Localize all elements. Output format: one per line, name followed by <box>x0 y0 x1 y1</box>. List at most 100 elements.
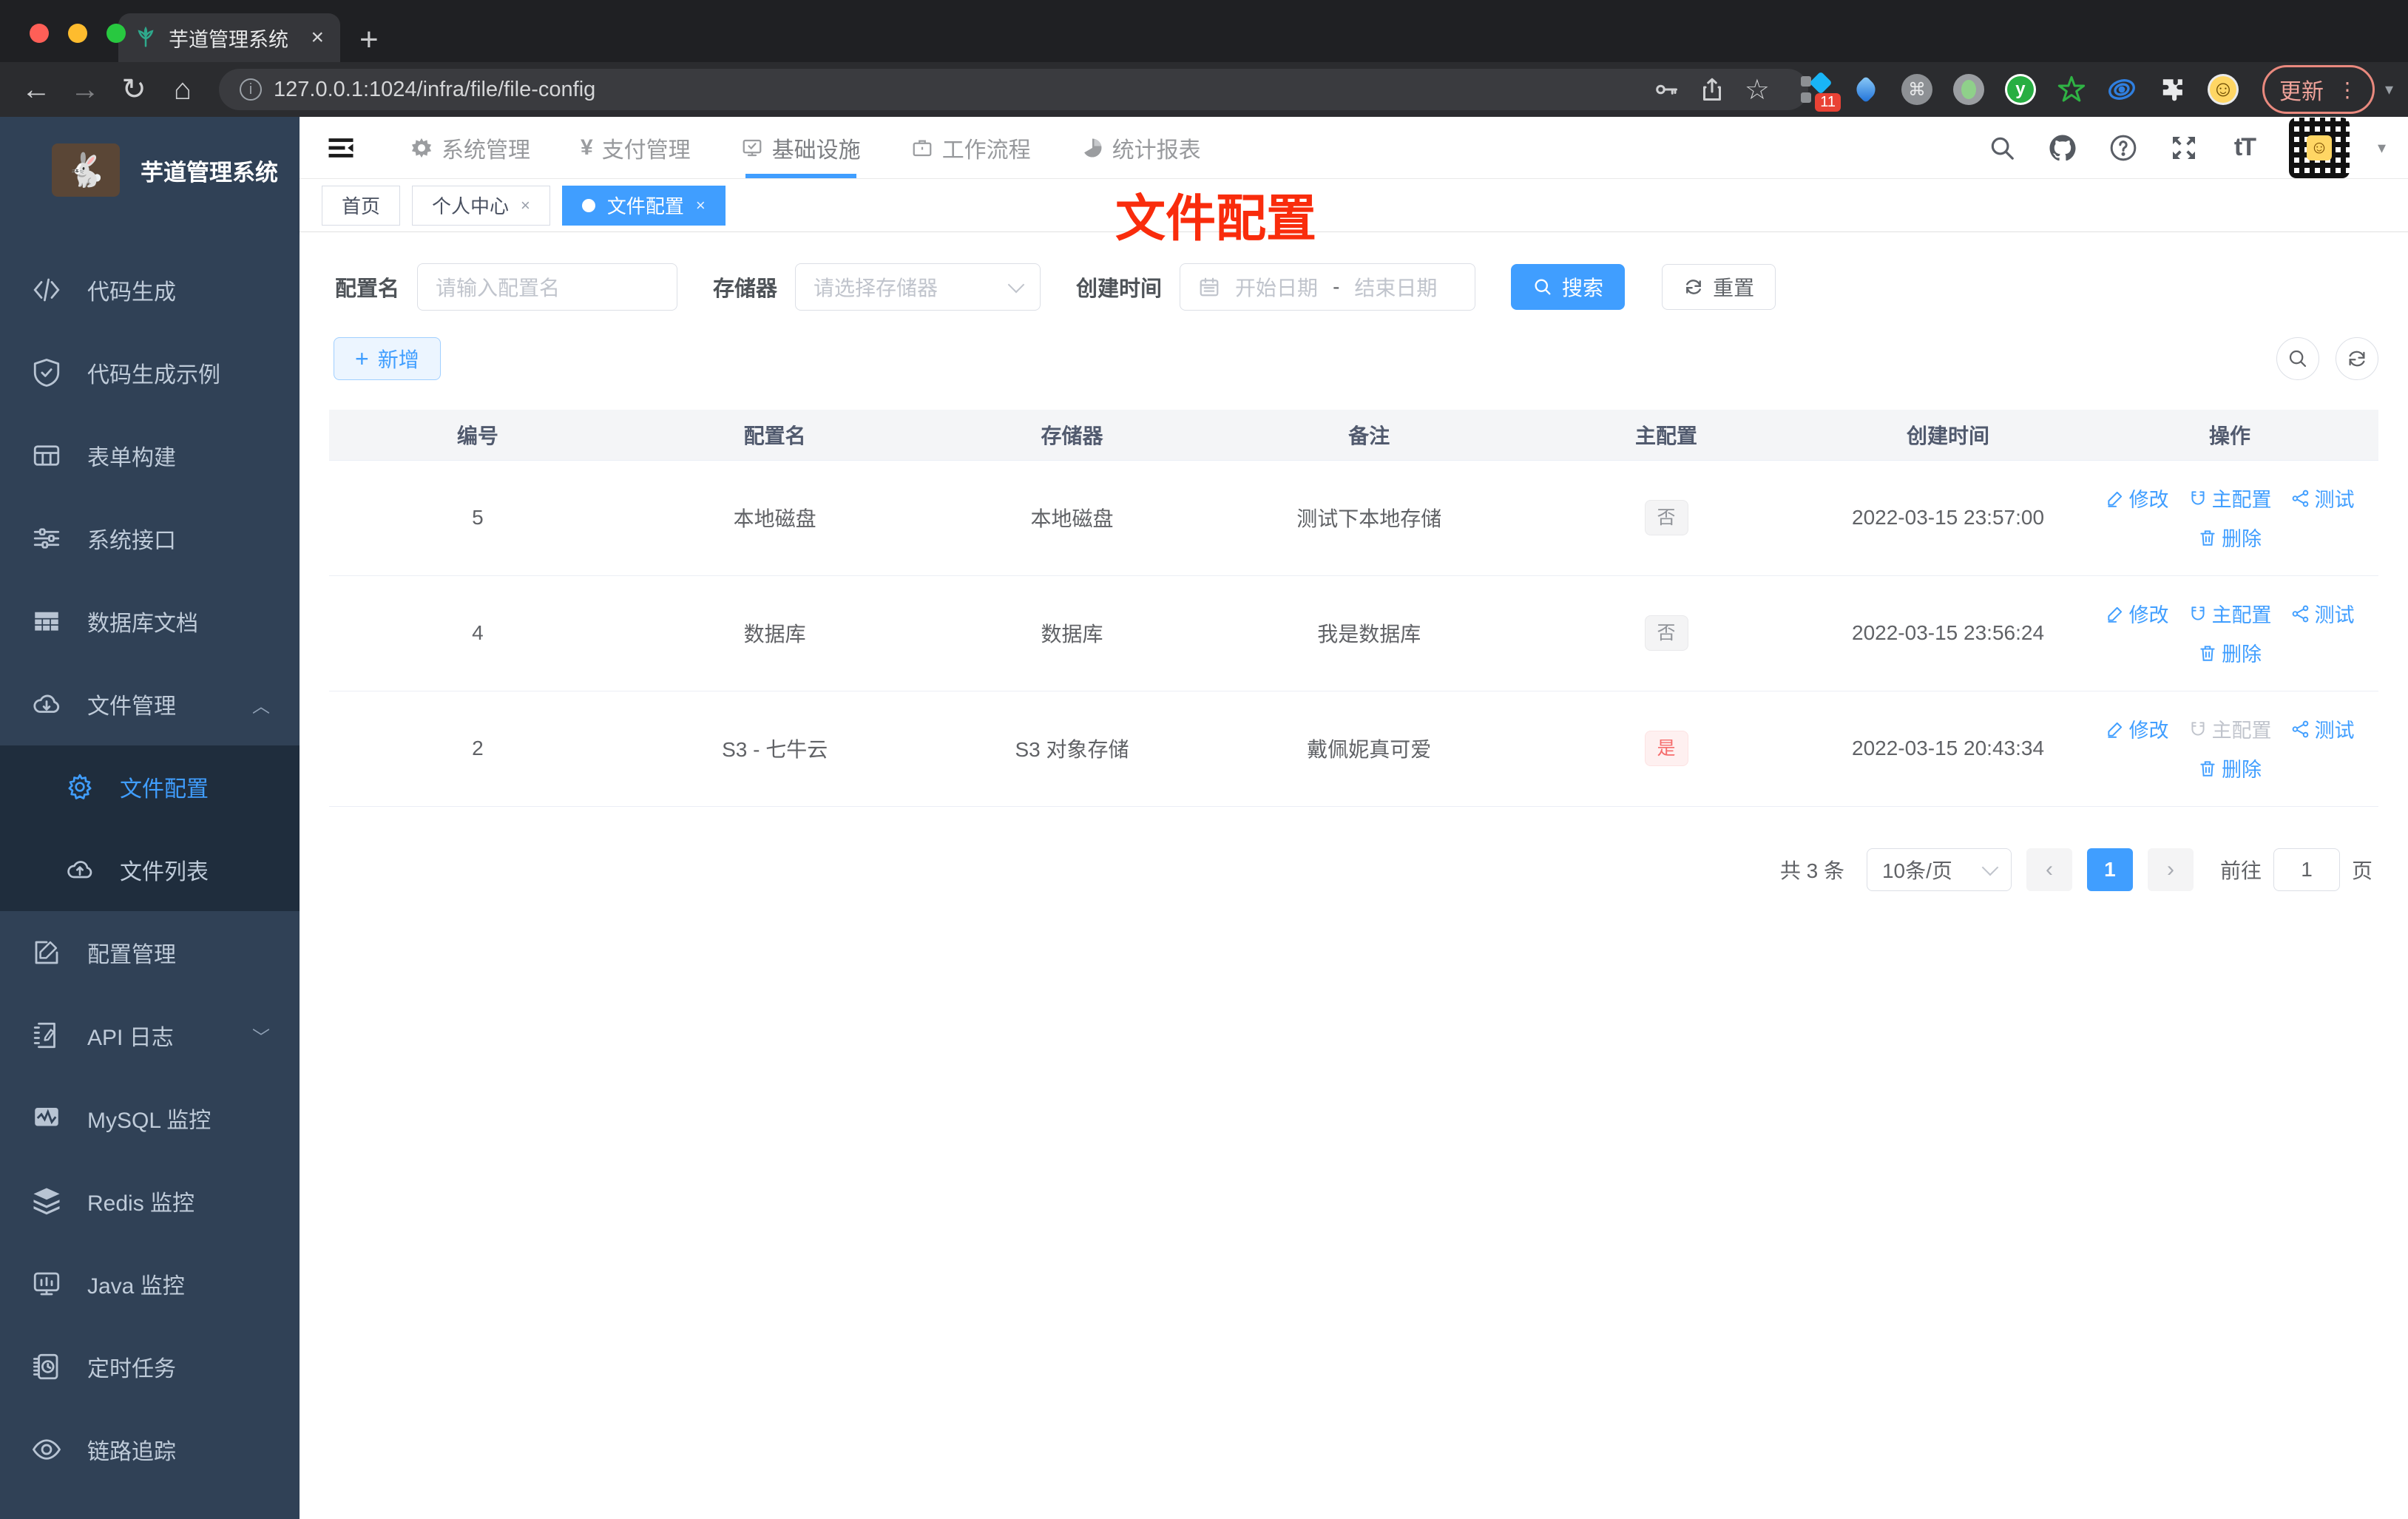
sidebar-item-log-center[interactable]: 日志中心 <box>0 1491 300 1519</box>
timer-book-icon <box>33 1353 58 1380</box>
sidebar-item-system-api[interactable]: 系统接口 <box>0 497 300 580</box>
y-extension-icon[interactable]: y <box>2004 74 2036 105</box>
browser-menu-dots-icon[interactable]: ⋮ <box>2337 78 2358 102</box>
sidebar-item-redis-monitor[interactable]: Redis 监控 <box>0 1160 300 1242</box>
site-info-icon[interactable]: i <box>240 78 262 101</box>
eye-extension-icon[interactable] <box>2107 75 2137 104</box>
sidebar-logo-row[interactable]: 🐇 芋道管理系统 <box>0 117 300 219</box>
refresh-table-button[interactable] <box>2336 337 2378 380</box>
tab-manager-extension-icon[interactable]: 11 <box>1800 71 1841 112</box>
add-button[interactable]: + 新增 <box>334 337 441 380</box>
sidebar-item-java-monitor[interactable]: Java 监控 <box>0 1242 300 1325</box>
sidebar-item-file-management[interactable]: 文件管理 ︿ <box>0 663 300 745</box>
tag-profile[interactable]: 个人中心 × <box>412 185 550 226</box>
back-icon[interactable]: ← <box>15 75 58 104</box>
delete-action[interactable]: 删除 <box>2198 754 2262 782</box>
help-icon[interactable] <box>2107 132 2140 164</box>
github-icon[interactable] <box>2046 132 2079 164</box>
goto-page-input[interactable]: 1 <box>2273 848 2340 891</box>
search-button[interactable]: 搜索 <box>1511 264 1626 310</box>
font-size-icon[interactable]: tT <box>2228 132 2261 164</box>
edit-action[interactable]: 修改 <box>2106 714 2169 743</box>
master-action[interactable]: 主配置 <box>2188 599 2272 628</box>
kite-extension-icon[interactable] <box>1851 75 1881 104</box>
sidebar-item-scheduled-jobs[interactable]: 定时任务 <box>0 1325 300 1408</box>
page-unit-label: 页 <box>2351 859 2373 882</box>
pencil-icon <box>2107 722 2122 738</box>
prev-page-button[interactable]: ‹ <box>2026 848 2072 891</box>
menu-reports[interactable]: 统计报表 <box>1056 117 1226 178</box>
reset-button[interactable]: 重置 <box>1662 264 1776 310</box>
menu-system-management[interactable]: 系统管理 <box>385 117 555 178</box>
menu-infrastructure[interactable]: 基础设施 <box>716 117 886 178</box>
logo-avatar: 🐇 <box>52 143 120 197</box>
overflow-caret-icon[interactable]: ▾ <box>2385 80 2393 99</box>
sidebar-item-mysql-monitor[interactable]: MySQL 监控 <box>0 1077 300 1160</box>
star-extension-icon[interactable] <box>2057 75 2086 104</box>
sidebar-item-code-generation[interactable]: 代码生成 <box>0 248 300 331</box>
avatar-caret-icon[interactable]: ▾ <box>2378 138 2386 158</box>
password-key-icon[interactable] <box>1653 76 1680 103</box>
bookmark-star-icon[interactable]: ☆ <box>1745 73 1770 106</box>
sidebar-item-db-doc[interactable]: 数据库文档 <box>0 580 300 663</box>
edit-action[interactable]: 修改 <box>2106 599 2169 628</box>
menu-payment-management[interactable]: ¥ 支付管理 <box>555 117 716 178</box>
home-icon[interactable]: ⌂ <box>161 75 204 104</box>
delete-action[interactable]: 删除 <box>2198 638 2262 667</box>
date-range-picker[interactable]: 开始日期 - 结束日期 <box>1180 263 1476 311</box>
address-bar[interactable]: i 127.0.0.1:1024/infra/file/file-config <box>219 69 1808 110</box>
sidebar-item-code-example[interactable]: 代码生成示例 <box>0 331 300 414</box>
tab-close-icon[interactable]: × <box>311 27 324 49</box>
sidebar-item-trace[interactable]: 链路追踪 <box>0 1408 300 1491</box>
tag-file-config[interactable]: 文件配置 × <box>561 185 726 226</box>
sidebar-item-file-list[interactable]: 文件列表 <box>0 828 300 911</box>
forward-icon[interactable]: → <box>64 75 106 104</box>
next-page-button[interactable]: › <box>2147 848 2194 891</box>
start-date-placeholder: 开始日期 <box>1235 277 1319 300</box>
search-icon[interactable] <box>1986 132 2018 164</box>
storage-select[interactable]: 请选择存储器 <box>795 263 1041 311</box>
green-dot-extension-icon[interactable] <box>1952 74 1984 105</box>
current-page-button[interactable]: 1 <box>2086 848 2133 891</box>
test-action[interactable]: 测试 <box>2291 599 2355 628</box>
sidebar-item-config-management[interactable]: 配置管理 <box>0 911 300 994</box>
browser-update-button[interactable]: 更新 ⋮ <box>2262 65 2375 114</box>
share-icon[interactable] <box>1699 76 1725 103</box>
minimize-window-button[interactable] <box>68 24 87 43</box>
app-title: 芋道管理系统 <box>141 159 278 186</box>
master-action: 主配置 <box>2188 714 2272 743</box>
fullscreen-icon[interactable] <box>2168 132 2200 164</box>
col-header-id: 编号 <box>329 410 626 460</box>
sidebar-item-file-config[interactable]: 文件配置 <box>0 745 300 828</box>
maximize-window-button[interactable] <box>106 24 126 43</box>
page-size-select[interactable]: 10条/页 <box>1866 848 2012 891</box>
col-header-remark: 备注 <box>1220 410 1518 460</box>
gear-icon <box>411 138 432 158</box>
avatar[interactable]: ☺ <box>2288 117 2350 178</box>
new-tab-button[interactable]: + <box>359 24 379 56</box>
close-icon[interactable]: × <box>521 196 530 215</box>
sidebar-item-api-log[interactable]: API 日志 ﹀ <box>0 994 300 1077</box>
close-icon[interactable]: × <box>696 196 706 215</box>
yen-icon: ¥ <box>581 135 593 160</box>
command-extension-icon[interactable]: ⌘ <box>1901 74 1932 105</box>
test-action[interactable]: 测试 <box>2291 484 2355 512</box>
sidebar-item-form-builder[interactable]: 表单构建 <box>0 414 300 497</box>
browser-tab[interactable]: 芋道管理系统 × <box>118 13 340 62</box>
emoji-extension-icon[interactable]: ☺ <box>2207 74 2239 105</box>
delete-action[interactable]: 删除 <box>2198 523 2262 552</box>
test-action[interactable]: 测试 <box>2291 714 2355 743</box>
config-name-input[interactable]: 请输入配置名 <box>417 263 678 311</box>
close-window-button[interactable] <box>30 24 49 43</box>
eye-icon <box>32 1439 61 1460</box>
menu-workflow[interactable]: 工作流程 <box>886 117 1056 178</box>
edit-action[interactable]: 修改 <box>2106 484 2169 512</box>
share-network-icon <box>2292 490 2308 507</box>
puzzle-extension-icon[interactable] <box>2157 75 2187 104</box>
collapse-sidebar-icon[interactable] <box>319 132 363 164</box>
tag-home[interactable]: 首页 <box>322 185 401 226</box>
master-action[interactable]: 主配置 <box>2188 484 2272 512</box>
gear-icon <box>68 774 92 799</box>
reload-icon[interactable]: ↻ <box>112 75 155 104</box>
show-search-button[interactable] <box>2276 337 2319 380</box>
